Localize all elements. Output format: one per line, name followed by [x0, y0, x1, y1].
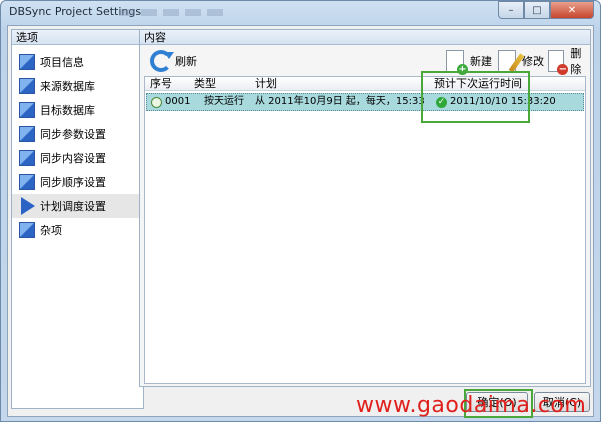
title-bar-blur	[119, 9, 229, 16]
new-button[interactable]: + 新建	[446, 48, 492, 75]
schedule-table: 序号 类型 计划 预计下次运行时间 0001 按天运行 从 2011年10月9日…	[144, 76, 586, 384]
sidebar-item-label: 同步参数设置	[40, 128, 106, 141]
edit-button[interactable]: 修改	[498, 48, 544, 74]
refresh-label: 刷新	[175, 55, 197, 68]
delete-button[interactable]: − 删除	[548, 47, 590, 76]
play-arrow-icon	[21, 197, 35, 215]
sidebar-item-label: 同步顺序设置	[40, 176, 106, 189]
sidebar-item-source-db[interactable]: 来源数据库	[12, 74, 143, 98]
table-row[interactable]: 0001 按天运行 从 2011年10月9日 起，每天，15:33 ✓ 2011…	[146, 93, 584, 111]
minus-badge-icon: −	[557, 64, 569, 75]
content-panel: 内容 刷新 + 新建 修改 − 删除 序号 类型 计划 预计下次运行时间 000…	[139, 29, 591, 387]
cell-id: 0001	[165, 96, 191, 107]
watermark: www.gaodaima.com	[356, 393, 587, 418]
sidebar-item-label: 同步内容设置	[40, 152, 106, 165]
new-document-icon: +	[446, 50, 468, 75]
table-header: 序号 类型 计划 预计下次运行时间	[145, 77, 585, 91]
sidebar-item-label: 目标数据库	[40, 104, 95, 117]
schedule-clock-icon	[151, 97, 162, 108]
options-panel: 选项 项目信息 来源数据库 目标数据库 同步参数设置 同步内容设置 同步顺序设置…	[11, 29, 144, 409]
column-header-id[interactable]: 序号	[150, 77, 172, 91]
sidebar-item-label: 来源数据库	[40, 80, 95, 93]
sidebar-item-sync-params[interactable]: 同步参数设置	[12, 122, 143, 146]
sidebar-item-sync-order[interactable]: 同步顺序设置	[12, 170, 143, 194]
cell-next-run: 2011/10/10 15:33:20	[450, 96, 556, 107]
sidebar-item-target-db[interactable]: 目标数据库	[12, 98, 143, 122]
settings-page-icon	[19, 126, 35, 142]
plus-badge-icon: +	[457, 64, 468, 75]
settings-page-icon	[19, 174, 35, 190]
sidebar-item-sync-content[interactable]: 同步内容设置	[12, 146, 143, 170]
column-header-type[interactable]: 类型	[194, 77, 216, 91]
edit-document-icon	[498, 50, 525, 73]
sidebar-item-label: 杂项	[40, 224, 62, 237]
sidebar-item-schedule[interactable]: 计划调度设置	[12, 194, 143, 218]
cell-type: 按天运行	[204, 96, 244, 107]
refresh-icon	[150, 50, 174, 72]
settings-page-icon	[19, 222, 35, 238]
refresh-button[interactable]: 刷新	[150, 48, 197, 74]
sidebar-item-label: 项目信息	[40, 56, 84, 69]
dialog-client: 选项 项目信息 来源数据库 目标数据库 同步参数设置 同步内容设置 同步顺序设置…	[7, 25, 594, 417]
settings-window: DBSync Project Settings – □ ✕ 选项 项目信息 来源…	[0, 0, 601, 422]
column-header-next-run[interactable]: 预计下次运行时间	[434, 77, 522, 91]
window-controls: – □ ✕	[498, 1, 594, 19]
content-header: 内容	[140, 30, 590, 45]
minimize-button[interactable]: –	[498, 1, 524, 19]
sidebar-item-misc[interactable]: 杂项	[12, 218, 143, 242]
settings-page-icon	[19, 150, 35, 166]
cell-plan: 从 2011年10月9日 起，每天，15:33	[255, 96, 425, 107]
maximize-button[interactable]: □	[524, 1, 550, 19]
new-label: 新建	[470, 55, 492, 68]
settings-page-icon	[19, 54, 35, 70]
sidebar-item-label: 计划调度设置	[40, 200, 106, 213]
title-bar[interactable]: DBSync Project Settings – □ ✕	[1, 1, 600, 23]
column-header-plan[interactable]: 计划	[255, 77, 277, 91]
delete-document-icon: −	[548, 50, 569, 75]
close-button[interactable]: ✕	[550, 1, 594, 19]
sidebar-item-project-info[interactable]: 项目信息	[12, 50, 143, 74]
delete-label: 删除	[570, 47, 582, 76]
toolbar: 刷新 + 新建 修改 − 删除	[140, 45, 590, 77]
settings-page-icon	[19, 78, 35, 94]
settings-page-icon	[19, 102, 35, 118]
check-circle-icon: ✓	[436, 97, 447, 108]
edit-label: 修改	[522, 55, 544, 68]
options-header: 选项	[12, 30, 143, 45]
options-list: 项目信息 来源数据库 目标数据库 同步参数设置 同步内容设置 同步顺序设置 计划…	[12, 45, 143, 242]
